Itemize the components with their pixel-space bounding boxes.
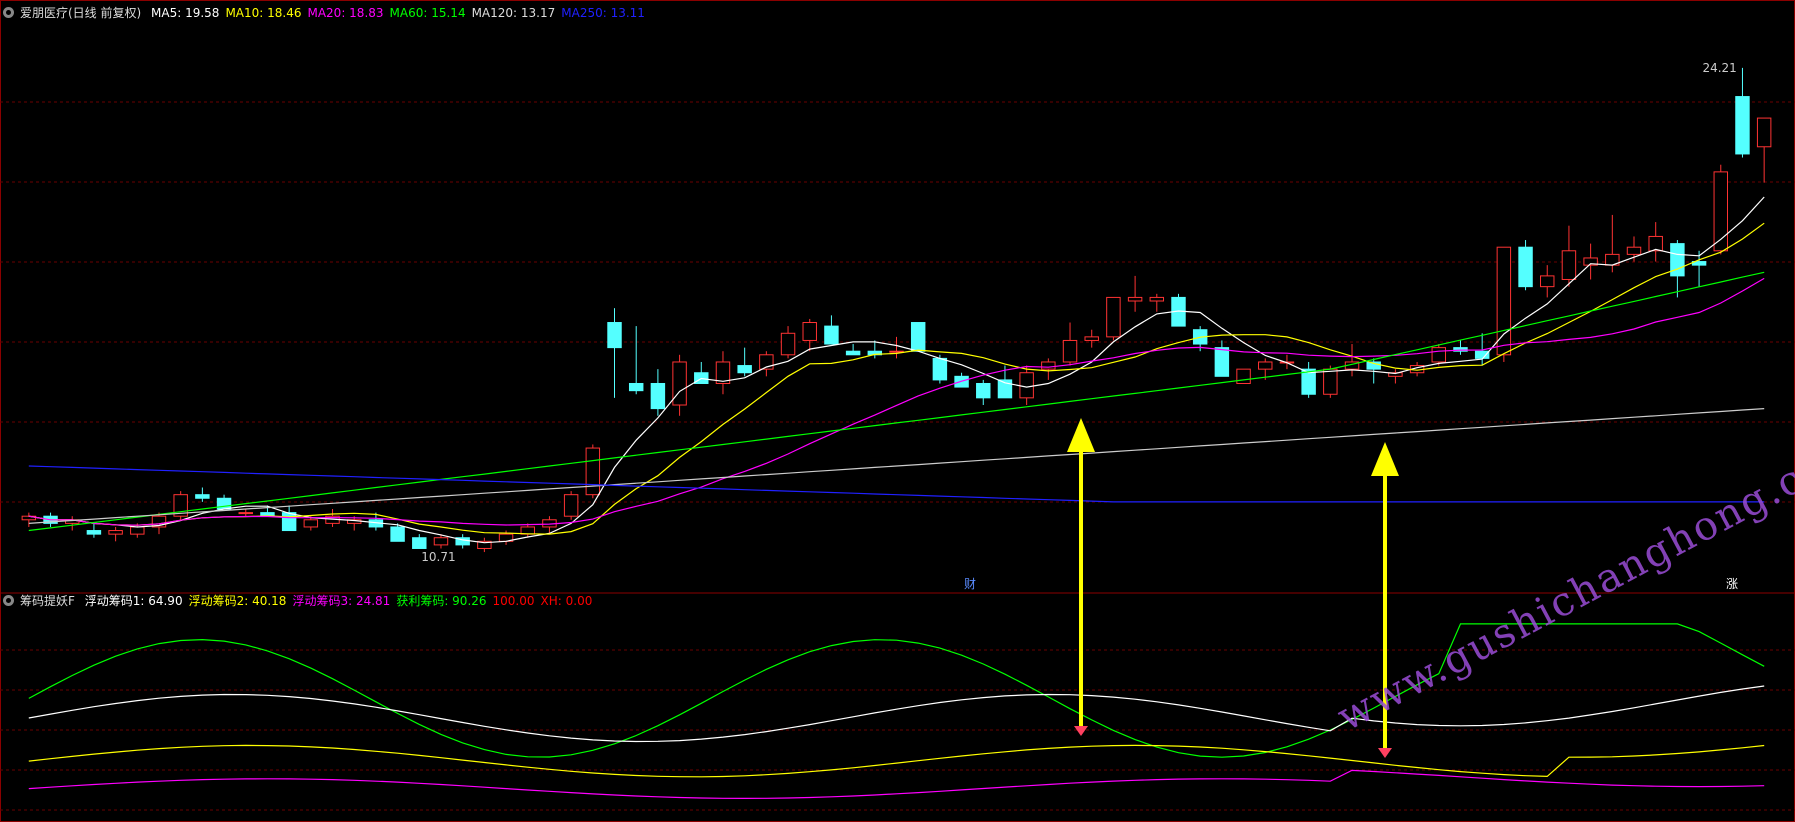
candle-body [433,537,449,546]
candle-body [390,526,405,542]
candle-body [1019,372,1034,399]
ma250-line [28,465,1765,503]
candle-body [238,512,253,515]
ma120-line [28,408,1765,524]
float-chip-2-line [28,744,1765,778]
candle-body [910,322,926,352]
low-price-label: 10.71 [421,550,455,564]
sub-indicator: 浮动筹码1: 64.90 [84,594,183,608]
candle-body [1214,347,1230,377]
candle-body [1540,275,1555,288]
zhang-marker: 涨 [1726,576,1738,591]
sub-indicator: XH: 0.00 [540,594,593,608]
candle-body [1127,296,1143,302]
signal-arrow-1-signal [1074,726,1088,736]
candle-body [889,350,904,353]
candle-body [1106,296,1121,338]
candle-body [824,325,839,345]
candle-body [1648,235,1663,252]
main-legend: 爱朋医疗(日线 前复权) MA5: 19.58 MA10: 18.46 MA20: … [3,6,657,20]
candle-body [1561,250,1577,280]
candle-body [628,382,644,392]
candle-body [976,382,991,399]
main-indicator: MA120: 13.17 [471,6,556,20]
signal-arrow-2-head [1371,442,1399,476]
candle-body [1626,246,1642,255]
main-indicator: MA250: 13.11 [561,6,645,20]
candle-body [1236,368,1251,384]
main-indicator: MA20: 18.83 [307,6,384,20]
settings-gear-icon[interactable] [3,595,14,606]
candle-body [1735,96,1750,155]
sub-legend: 筹码提妖F 浮动筹码1: 64.90 浮动筹码2: 40.18 浮动筹码3: 24.… [3,594,604,608]
candle-body [563,494,579,517]
candle-body [1474,350,1490,359]
candle-body [195,494,210,499]
candle-body [281,512,297,532]
candle-body [737,365,752,374]
candle-body [1518,246,1533,288]
candle-body [607,322,622,349]
sub-indicator: 浮动筹码3: 24.81 [292,594,391,608]
candle-body [86,530,102,535]
float-chip-1-line [28,685,1765,743]
candle-body [1756,117,1772,148]
candle-body [1149,296,1165,302]
signal-arrow-1-head [1067,418,1095,452]
candle-body [1084,336,1099,341]
candle-body [585,447,601,496]
candle-body [932,357,948,381]
candle-body [802,322,817,341]
candle-body [845,350,861,356]
main-title: 爱朋医疗(日线 前复权) [20,6,142,20]
sub-title: 筹码提妖F [20,594,75,608]
high-price-label: 24.21 [1702,61,1736,75]
candle-body [1062,339,1078,363]
candle-body [672,361,687,406]
stock-chart[interactable]: 24.21 10.71 财 涨 [0,0,1795,822]
candle-body [1258,361,1273,370]
settings-gear-icon[interactable] [3,7,14,18]
finance-marker: 财 [964,577,976,591]
signal-arrow-2-signal [1378,748,1392,758]
candle-body [1041,361,1056,370]
candle-body [650,382,666,410]
chart-border [0,0,1795,822]
main-indicator: MA60: 15.14 [389,6,466,20]
candle-body [1431,347,1447,363]
main-indicator: MA10: 18.46 [225,6,302,20]
candle-body [412,537,427,549]
candle-body [303,519,319,528]
candle-body [108,530,123,535]
sub-indicator: 浮动筹码2: 40.18 [188,594,287,608]
sub-indicator: 100.00 [492,594,535,608]
sub-indicator: 获利筹码: 90.26 [396,594,487,608]
candle-body [130,526,145,535]
candle-body [780,332,796,356]
main-indicator: MA5: 19.58 [151,6,220,20]
candle-body [1323,368,1338,395]
